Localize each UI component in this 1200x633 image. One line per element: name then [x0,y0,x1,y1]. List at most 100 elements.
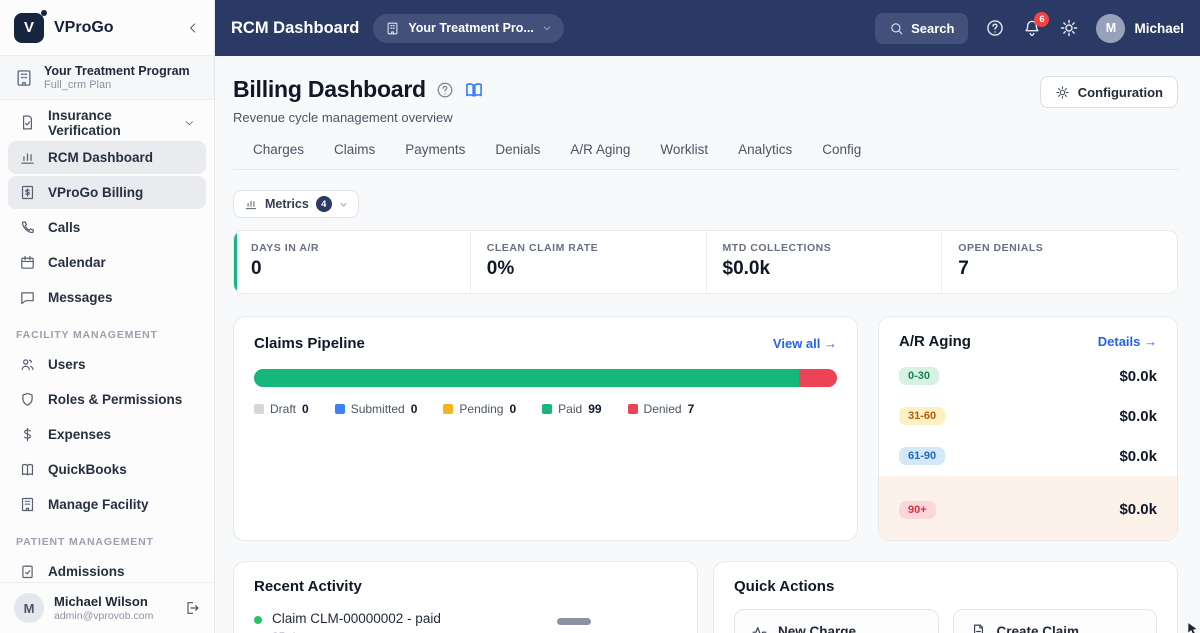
metric-value: 7 [958,258,1161,280]
metric-label: CLEAN CLAIM RATE [487,242,690,254]
tab-claims[interactable]: Claims [334,142,375,169]
legend-swatch [254,404,264,414]
bar-chart-icon [19,149,36,166]
sidebar-item-label: Messages [48,290,113,305]
collapse-sidebar-icon[interactable] [186,21,200,35]
sidebar-item-users[interactable]: Users [8,348,206,381]
sidebar-item-vprogo-billing[interactable]: VProGo Billing [8,176,206,209]
sidebar-item-manage-facility[interactable]: Manage Facility [8,488,206,521]
tab-payments[interactable]: Payments [405,142,465,169]
aging-row-31-60: 31-60 $0.0k [899,396,1157,436]
legend-label: Denied [644,402,682,416]
sidebar-item-label: RCM Dashboard [48,150,153,165]
building-icon [19,496,36,513]
legend-item-draft: Draft 0 [254,402,309,416]
bar-chart-icon [244,197,258,211]
book-open-icon[interactable] [464,80,484,100]
page-subtitle: Revenue cycle management overview [233,110,1178,125]
sidebar-item-admissions[interactable]: Admissions [8,555,206,582]
page-header: Billing Dashboard Configuration [233,76,1178,103]
sidebar-item-quickbooks[interactable]: QuickBooks [8,453,206,486]
aging-value: $0.0k [1119,501,1157,518]
program-selector[interactable]: Your Treatment Program Full_crm Plan [0,56,214,100]
legend-value: 7 [688,402,695,416]
tab-denials[interactable]: Denials [495,142,540,169]
sidebar-item-label: QuickBooks [48,462,127,477]
file-icon [970,623,987,633]
dollar-icon [19,426,36,443]
phone-icon [19,219,36,236]
claims-pipeline-title: Claims Pipeline [254,335,365,352]
bar-segment-denied [799,369,838,387]
legend-item-paid: Paid 99 [542,402,601,416]
metric-open-denials: OPEN DENIALS 7 [941,231,1177,293]
logout-icon[interactable] [184,600,200,616]
tab-charges[interactable]: Charges [253,142,304,169]
sidebar-item-rcm-dashboard[interactable]: RCM Dashboard [8,141,206,174]
shield-icon [19,391,36,408]
search-label: Search [911,21,954,36]
search-button[interactable]: Search [875,13,968,44]
legend-value: 0 [302,402,309,416]
metric-days-in-ar: DAYS IN A/R 0 [234,231,470,293]
claims-pipeline-card: Claims Pipeline View all → Draft 0 Submi [233,316,858,541]
sidebar-item-calendar[interactable]: Calendar [8,246,206,279]
user-menu[interactable]: M Michael [1096,14,1184,43]
metrics-dropdown-button[interactable]: Metrics 4 [233,190,359,218]
sidebar-header: V VProGo [0,0,214,56]
metrics-label: Metrics [265,197,309,211]
view-all-link[interactable]: View all → [773,336,837,351]
tab-ar-aging[interactable]: A/R Aging [570,142,630,169]
legend-swatch [335,404,345,414]
sidebar-item-messages[interactable]: Messages [8,281,206,314]
configuration-button[interactable]: Configuration [1040,76,1178,108]
topbar-user-name: Michael [1134,21,1184,36]
activity-text: Claim CLM-00000002 - paid [272,611,441,626]
topbar: RCM Dashboard Your Treatment Pro... Sear… [215,0,1200,56]
metric-value: 0 [251,258,454,280]
sidebar: V VProGo Your Treatment Program Full_crm… [0,0,215,633]
gear-icon[interactable] [1059,18,1079,38]
notifications-button[interactable]: 6 [1022,18,1042,38]
tab-analytics[interactable]: Analytics [738,142,792,169]
scrollbar-thumb[interactable] [557,618,591,625]
clipboard-check-icon [19,563,36,580]
sidebar-item-label: Calendar [48,255,106,270]
sidebar-nav: Insurance Verification RCM Dashboard VPr… [0,100,214,582]
legend-item-submitted: Submitted 0 [335,402,418,416]
topbar-title: RCM Dashboard [231,19,359,38]
sidebar-user[interactable]: M Michael Wilson admin@vprovob.com [0,582,214,633]
sidebar-item-label: Users [48,357,86,372]
claims-pipeline-bar [254,369,837,387]
create-claim-button[interactable]: Create Claim [953,609,1158,633]
topbar-actions: Search 6 M Michael [875,13,1184,44]
sidebar-item-expenses[interactable]: Expenses [8,418,206,451]
building-icon [385,21,400,36]
aging-value: $0.0k [1119,448,1157,465]
program-dropdown[interactable]: Your Treatment Pro... [373,14,564,43]
sidebar-item-calls[interactable]: Calls [8,211,206,244]
help-icon[interactable] [436,81,454,99]
aging-bucket-badge: 90+ [899,501,936,519]
legend-value: 0 [509,402,516,416]
main-content: Billing Dashboard Configuration Revenue … [215,56,1200,633]
tab-worklist[interactable]: Worklist [660,142,708,169]
legend-value: 99 [588,402,601,416]
building-icon [14,68,34,88]
gear-icon [1055,85,1070,100]
help-icon[interactable] [985,18,1005,38]
receipt-dollar-icon [19,184,36,201]
tab-config[interactable]: Config [822,142,861,169]
new-charge-button[interactable]: New Charge [734,609,939,633]
sidebar-item-roles-permissions[interactable]: Roles & Permissions [8,383,206,416]
brand-logo-letter: V [24,19,34,36]
sidebar-item-label: Calls [48,220,80,235]
search-icon [889,21,904,36]
sidebar-item-label: Expenses [48,427,111,442]
sidebar-item-insurance-verification[interactable]: Insurance Verification [8,106,206,139]
section-patient-management: PATIENT MANAGEMENT [8,523,206,553]
calendar-icon [19,254,36,271]
recent-activity-card: Recent Activity Claim CLM-00000002 - pai… [233,561,698,633]
details-link[interactable]: Details → [1098,334,1157,349]
aging-value: $0.0k [1119,408,1157,425]
